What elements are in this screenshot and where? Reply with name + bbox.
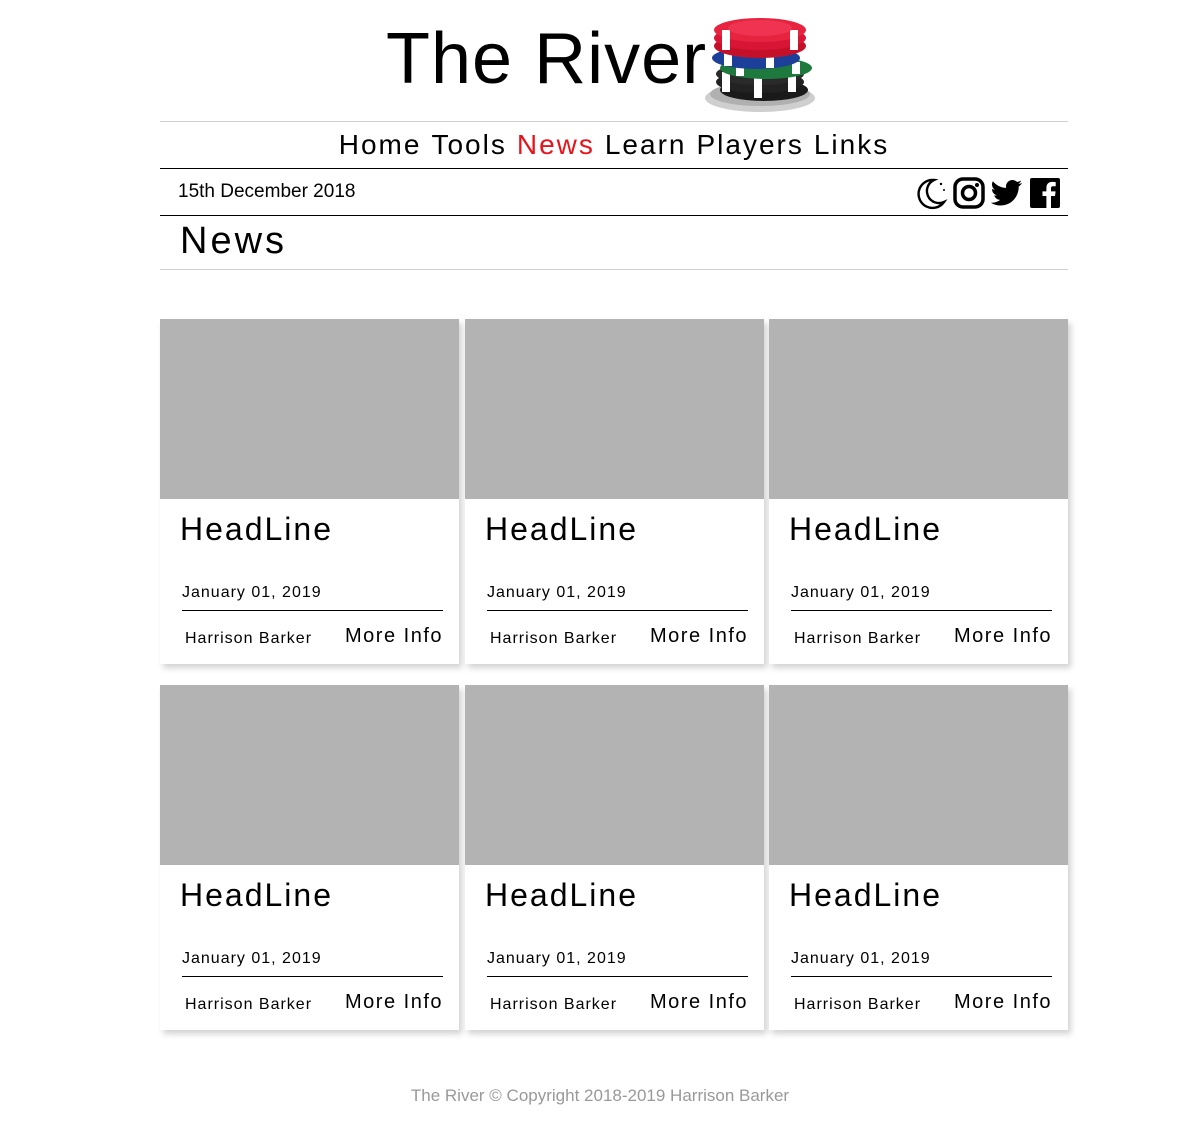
more-info-link[interactable]: More Info xyxy=(954,991,1052,1014)
card-divider xyxy=(487,610,748,611)
news-author: Harrison Barker xyxy=(794,996,922,1013)
main-nav: Home Tools News Learn Players Links xyxy=(160,122,1068,168)
news-image-placeholder[interactable] xyxy=(465,685,764,865)
card-divider xyxy=(791,610,1052,611)
moon-icon[interactable] xyxy=(914,176,948,210)
card-divider xyxy=(182,610,443,611)
news-date: January 01, 2019 xyxy=(487,584,627,601)
nav-learn[interactable]: Learn xyxy=(605,129,687,161)
news-card[interactable]: HeadLine January 01, 2019 Harrison Barke… xyxy=(160,319,459,664)
social-icons xyxy=(914,175,1062,211)
news-card[interactable]: HeadLine January 01, 2019 Harrison Barke… xyxy=(160,685,459,1030)
site-header: The River xyxy=(0,0,1200,120)
card-divider xyxy=(182,976,443,977)
more-info-link[interactable]: More Info xyxy=(954,625,1052,648)
news-author: Harrison Barker xyxy=(794,630,922,647)
news-image-placeholder[interactable] xyxy=(769,319,1068,499)
facebook-icon[interactable] xyxy=(1028,176,1062,210)
news-author: Harrison Barker xyxy=(490,996,618,1013)
twitter-icon[interactable] xyxy=(990,176,1024,210)
card-divider xyxy=(791,976,1052,977)
date-divider xyxy=(160,215,1068,216)
news-date: January 01, 2019 xyxy=(791,584,931,601)
nav-tools[interactable]: Tools xyxy=(431,129,506,161)
poker-chips-logo xyxy=(705,18,815,112)
nav-news[interactable]: News xyxy=(517,129,595,161)
news-headline[interactable]: HeadLine xyxy=(485,877,638,914)
nav-players[interactable]: Players xyxy=(696,129,803,161)
news-date: January 01, 2019 xyxy=(182,950,322,967)
news-card[interactable]: HeadLine January 01, 2019 Harrison Barke… xyxy=(465,685,764,1030)
news-date: January 01, 2019 xyxy=(182,584,322,601)
instagram-icon[interactable] xyxy=(952,176,986,210)
footer-copyright: The River © Copyright 2018-2019 Harrison… xyxy=(410,1086,790,1105)
news-image-placeholder[interactable] xyxy=(465,319,764,499)
more-info-link[interactable]: More Info xyxy=(650,991,748,1014)
news-card[interactable]: HeadLine January 01, 2019 Harrison Barke… xyxy=(769,685,1068,1030)
news-date: January 01, 2019 xyxy=(791,950,931,967)
news-card[interactable]: HeadLine January 01, 2019 Harrison Barke… xyxy=(465,319,764,664)
more-info-link[interactable]: More Info xyxy=(650,625,748,648)
news-image-placeholder[interactable] xyxy=(160,685,459,865)
nav-home[interactable]: Home xyxy=(339,129,422,161)
page-title: News xyxy=(180,220,288,262)
news-image-placeholder[interactable] xyxy=(769,685,1068,865)
news-headline[interactable]: HeadLine xyxy=(485,511,638,548)
more-info-link[interactable]: More Info xyxy=(345,991,443,1014)
news-author: Harrison Barker xyxy=(185,630,313,647)
current-date: 15th December 2018 xyxy=(178,181,356,202)
date-bar: 15th December 2018 xyxy=(160,169,1068,215)
card-divider xyxy=(487,976,748,977)
nav-links[interactable]: Links xyxy=(814,129,889,161)
news-headline[interactable]: HeadLine xyxy=(789,877,942,914)
news-card[interactable]: HeadLine January 01, 2019 Harrison Barke… xyxy=(769,319,1068,664)
news-headline[interactable]: HeadLine xyxy=(180,877,333,914)
news-author: Harrison Barker xyxy=(490,630,618,647)
site-title: The River xyxy=(386,19,708,99)
more-info-link[interactable]: More Info xyxy=(345,625,443,648)
news-author: Harrison Barker xyxy=(185,996,313,1013)
news-image-placeholder[interactable] xyxy=(160,319,459,499)
title-divider xyxy=(160,269,1068,270)
news-date: January 01, 2019 xyxy=(487,950,627,967)
news-headline[interactable]: HeadLine xyxy=(180,511,333,548)
news-headline[interactable]: HeadLine xyxy=(789,511,942,548)
